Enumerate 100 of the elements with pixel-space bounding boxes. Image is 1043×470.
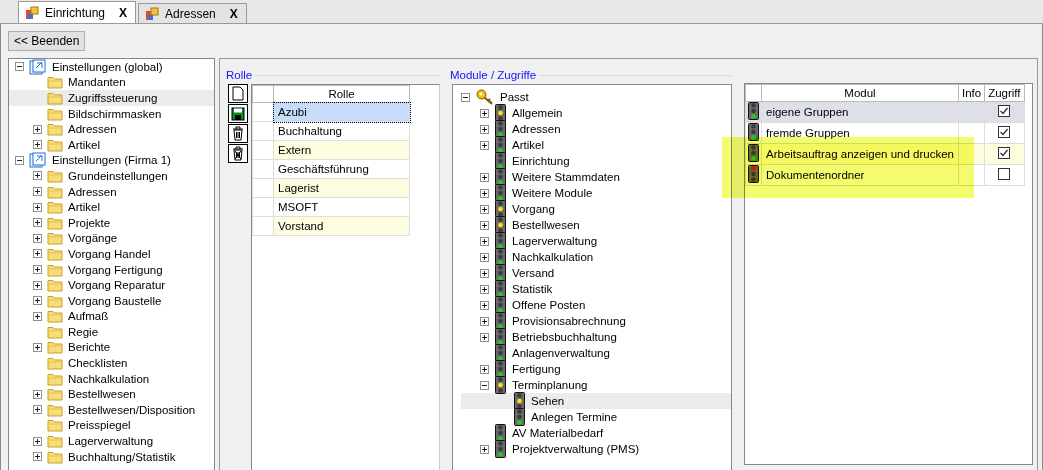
tree-item[interactable]: Passt <box>461 89 529 105</box>
tree-item[interactable]: Versand <box>461 265 555 281</box>
expand-icon[interactable] <box>480 124 489 134</box>
tree-item[interactable]: Vorgänge <box>9 230 214 247</box>
tree-item[interactable]: Vorgang Handel <box>9 246 214 262</box>
expand-icon[interactable] <box>33 452 42 462</box>
tree-item[interactable]: Aufmaß <box>9 308 214 325</box>
expand-icon[interactable] <box>33 280 42 290</box>
tree-item[interactable]: Adressen <box>9 183 214 200</box>
checkbox[interactable] <box>998 105 1011 117</box>
checkbox[interactable] <box>998 126 1011 138</box>
tree-item[interactable]: Bestellwesen/Disposition <box>9 402 214 418</box>
tree-item[interactable]: Anlegen Termine <box>461 409 618 425</box>
expand-icon[interactable] <box>480 316 489 326</box>
tree-item[interactable]: Einstellungen (global) <box>9 59 214 75</box>
expand-icon[interactable] <box>33 405 42 415</box>
tree-item[interactable]: Vorgang Fertigung <box>9 261 214 278</box>
expand-icon[interactable] <box>480 332 489 342</box>
tree-item[interactable]: Bestellwesen <box>9 386 214 403</box>
tree-item[interactable]: Berichte <box>9 339 214 356</box>
expand-icon[interactable] <box>480 268 489 278</box>
tree-item[interactable]: Preisspiegel <box>9 417 214 434</box>
tree-item[interactable]: Bestellwesen <box>461 217 580 233</box>
tree-item[interactable]: Allgemein <box>461 105 563 121</box>
tree-item[interactable]: Vorgang Baustelle <box>9 292 214 309</box>
expand-icon[interactable] <box>480 188 489 198</box>
checkbox[interactable] <box>998 168 1011 180</box>
tree-item[interactable]: Adressen <box>9 121 214 137</box>
expand-icon[interactable] <box>480 300 489 310</box>
expand-icon[interactable] <box>33 233 42 243</box>
expand-icon[interactable] <box>480 284 489 294</box>
delete-all-button[interactable] <box>228 144 248 163</box>
expand-icon[interactable] <box>480 236 489 246</box>
tab[interactable]: Einrichtung X <box>18 1 137 23</box>
tree-item[interactable]: Fertigung <box>461 361 561 377</box>
tree-item[interactable]: Vorgang <box>461 201 555 217</box>
tree-item[interactable]: Lagerverwaltung <box>9 433 214 449</box>
expand-icon[interactable] <box>480 252 489 262</box>
close-icon[interactable]: X <box>229 6 238 21</box>
tree-item[interactable]: Bildschirmmasken <box>9 105 214 122</box>
tree-item[interactable]: Projektverwaltung (PMS) <box>461 441 640 457</box>
tree-item[interactable]: Sehen <box>461 393 731 409</box>
tree-item[interactable]: Nachkalkulation <box>9 370 214 387</box>
tree-item[interactable]: Betriebsbuchhaltung <box>461 329 617 345</box>
expand-icon[interactable] <box>33 249 42 259</box>
expand-icon[interactable] <box>33 218 42 228</box>
tree-item[interactable]: Lagerverwaltung <box>461 233 598 249</box>
tree-item[interactable]: Artikel <box>9 199 214 215</box>
expand-icon[interactable] <box>33 187 42 197</box>
collapse-icon[interactable] <box>15 155 24 165</box>
expand-icon[interactable] <box>33 343 42 352</box>
expand-icon[interactable] <box>480 172 489 182</box>
expand-icon[interactable] <box>480 204 489 214</box>
new-document-button[interactable] <box>228 84 248 103</box>
expand-icon[interactable] <box>33 140 42 150</box>
expand-icon[interactable] <box>480 444 489 454</box>
table-cell[interactable]: Azubi <box>273 102 410 122</box>
expand-icon[interactable] <box>33 171 42 181</box>
tree-item[interactable]: Grundeinstellungen <box>9 168 214 184</box>
tab[interactable]: Adressen X <box>138 3 247 23</box>
expand-icon[interactable] <box>480 108 489 118</box>
folder-icon <box>47 200 63 215</box>
tree-item[interactable]: Zugriffssteuerung <box>9 90 214 106</box>
tree-item[interactable]: Einstellungen (Firma 1) <box>9 152 214 169</box>
folder-icon <box>47 434 63 449</box>
expand-icon[interactable] <box>480 220 489 230</box>
expand-icon[interactable] <box>480 364 489 374</box>
checkbox[interactable] <box>998 147 1011 159</box>
tree-item[interactable]: Provisionsabrechnung <box>461 313 626 329</box>
tree-item[interactable]: Artikel <box>461 137 544 153</box>
tree-item[interactable]: Adressen <box>461 121 561 137</box>
expand-icon[interactable] <box>33 389 42 399</box>
collapse-icon[interactable] <box>15 62 24 72</box>
expand-icon[interactable] <box>33 124 42 134</box>
expand-icon[interactable] <box>33 265 42 274</box>
tree-item[interactable]: Terminplanung <box>461 377 588 393</box>
expand-icon[interactable] <box>33 296 42 306</box>
tree-item[interactable]: Checklisten <box>9 355 214 371</box>
delete-button[interactable] <box>228 124 248 143</box>
tree-item[interactable]: Artikel <box>9 136 214 153</box>
tree-item[interactable]: Nachkalkulation <box>461 249 594 265</box>
expand-icon[interactable] <box>33 202 42 212</box>
tree-item[interactable]: Offene Posten <box>461 297 586 313</box>
tree-item[interactable]: Weitere Module <box>461 185 593 201</box>
tree-item[interactable]: Regie <box>9 324 214 340</box>
tree-item[interactable]: Buchhaltung/Statistik <box>9 448 214 465</box>
collapse-icon[interactable] <box>461 92 470 102</box>
save-button[interactable] <box>228 104 248 123</box>
tree-item[interactable]: Statistik <box>461 281 553 297</box>
expand-icon[interactable] <box>33 436 42 446</box>
table-cell[interactable]: eigene Gruppen <box>761 101 959 123</box>
tree-item[interactable]: Projekte <box>9 214 214 231</box>
close-icon[interactable]: X <box>119 5 128 20</box>
tree-item[interactable]: Weitere Stammdaten <box>461 169 620 185</box>
tree-item[interactable]: Vorgang Reparatur <box>9 277 214 293</box>
collapse-icon[interactable] <box>480 380 489 390</box>
expand-icon[interactable] <box>480 140 489 150</box>
expand-icon[interactable] <box>33 311 42 321</box>
tree-item[interactable]: Mandanten <box>9 74 214 91</box>
exit-button[interactable]: << Beenden <box>8 31 86 51</box>
